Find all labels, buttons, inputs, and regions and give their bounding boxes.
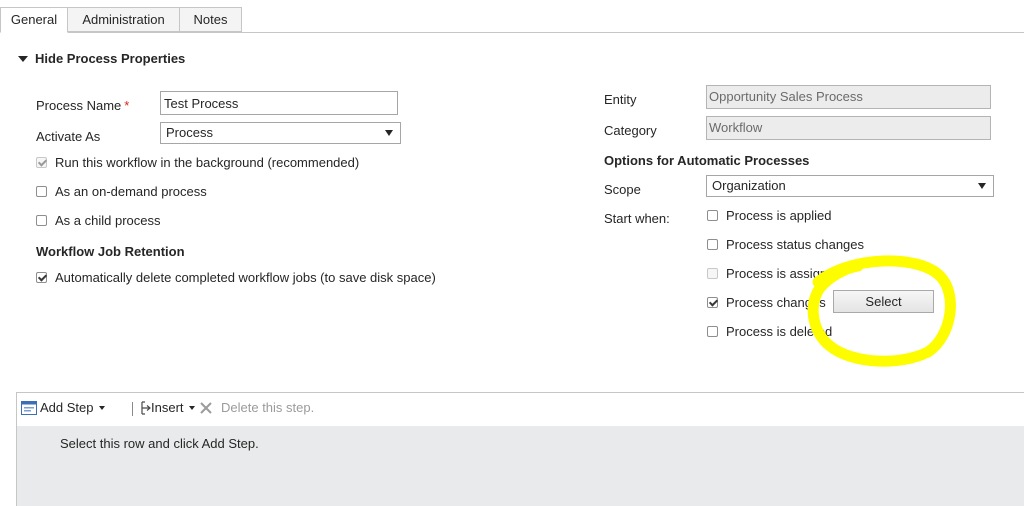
process-name-input[interactable] [160, 91, 398, 115]
entity-label: Entity [604, 92, 637, 107]
add-step-icon [21, 400, 37, 415]
process-name-label-text: Process Name [36, 98, 122, 113]
insert-icon [141, 400, 151, 415]
workflow-job-retention-heading: Workflow Job Retention [36, 244, 185, 259]
run-in-background-option: Run this workflow in the background (rec… [36, 155, 359, 170]
caret-down-icon [98, 405, 105, 410]
insert-menu[interactable]: Insert [141, 400, 195, 415]
process-assigned-checkbox[interactable] [707, 268, 718, 279]
tab-administration[interactable]: Administration [67, 7, 180, 32]
process-changes-checkbox[interactable] [707, 297, 718, 308]
delete-step-label: Delete this step. [221, 400, 315, 415]
child-process-option: As a child process [36, 213, 161, 228]
run-in-background-checkbox[interactable] [36, 157, 47, 168]
steps-toolbar: Add Step Insert Delete this step. [17, 393, 1024, 426]
scope-select[interactable]: Organization [706, 175, 994, 197]
process-deleted-checkbox[interactable] [707, 326, 718, 337]
on-demand-option: As an on-demand process [36, 184, 207, 199]
process-applied-option: Process is applied [707, 208, 832, 223]
tab-bar: General Administration Notes [0, 0, 1024, 33]
activate-as-label: Activate As [36, 129, 101, 144]
child-process-label: As a child process [55, 213, 161, 228]
tab-general[interactable]: General [0, 7, 68, 33]
auto-delete-checkbox[interactable] [36, 272, 47, 283]
scope-value: Organization [712, 178, 786, 193]
collapse-triangle-icon [18, 55, 28, 62]
tab-divider [0, 32, 1024, 33]
activate-as-select[interactable]: Process [160, 122, 401, 144]
step-hint: Select this row and click Add Step. [60, 436, 259, 451]
caret-down-icon [188, 405, 195, 410]
child-process-checkbox[interactable] [36, 215, 47, 226]
auto-delete-label: Automatically delete completed workflow … [55, 270, 436, 285]
step-row[interactable]: Select this row and click Add Step. [17, 426, 1024, 506]
add-step-label: Add Step [40, 400, 94, 415]
section-title: Hide Process Properties [35, 51, 186, 66]
dropdown-arrow-icon [385, 130, 393, 136]
entity-field: Opportunity Sales Process [706, 85, 991, 109]
toolbar-separator [132, 402, 133, 416]
category-label: Category [604, 123, 657, 138]
tab-notes[interactable]: Notes [179, 7, 242, 32]
add-step-menu[interactable]: Add Step [21, 400, 105, 415]
category-field: Workflow [706, 116, 991, 140]
insert-label: Insert [151, 400, 184, 415]
on-demand-checkbox[interactable] [36, 186, 47, 197]
process-status-changes-checkbox[interactable] [707, 239, 718, 250]
process-applied-label: Process is applied [726, 208, 832, 223]
process-name-label: Process Name * [36, 98, 129, 113]
automatic-processes-heading: Options for Automatic Processes [604, 153, 810, 168]
start-when-label: Start when: [604, 211, 670, 226]
activate-as-value: Process [166, 125, 213, 140]
required-mark: * [124, 98, 130, 113]
delete-x-icon [200, 401, 212, 414]
dropdown-arrow-icon [978, 183, 986, 189]
run-in-background-label: Run this workflow in the background (rec… [55, 155, 360, 170]
hide-process-properties-toggle[interactable]: Hide Process Properties [18, 51, 185, 66]
on-demand-label: As an on-demand process [55, 184, 207, 199]
highlight-circle-annotation [807, 255, 956, 367]
auto-delete-option: Automatically delete completed workflow … [36, 270, 436, 285]
delete-step-button[interactable]: Delete this step. [199, 400, 314, 415]
scope-label: Scope [604, 182, 641, 197]
process-applied-checkbox[interactable] [707, 210, 718, 221]
